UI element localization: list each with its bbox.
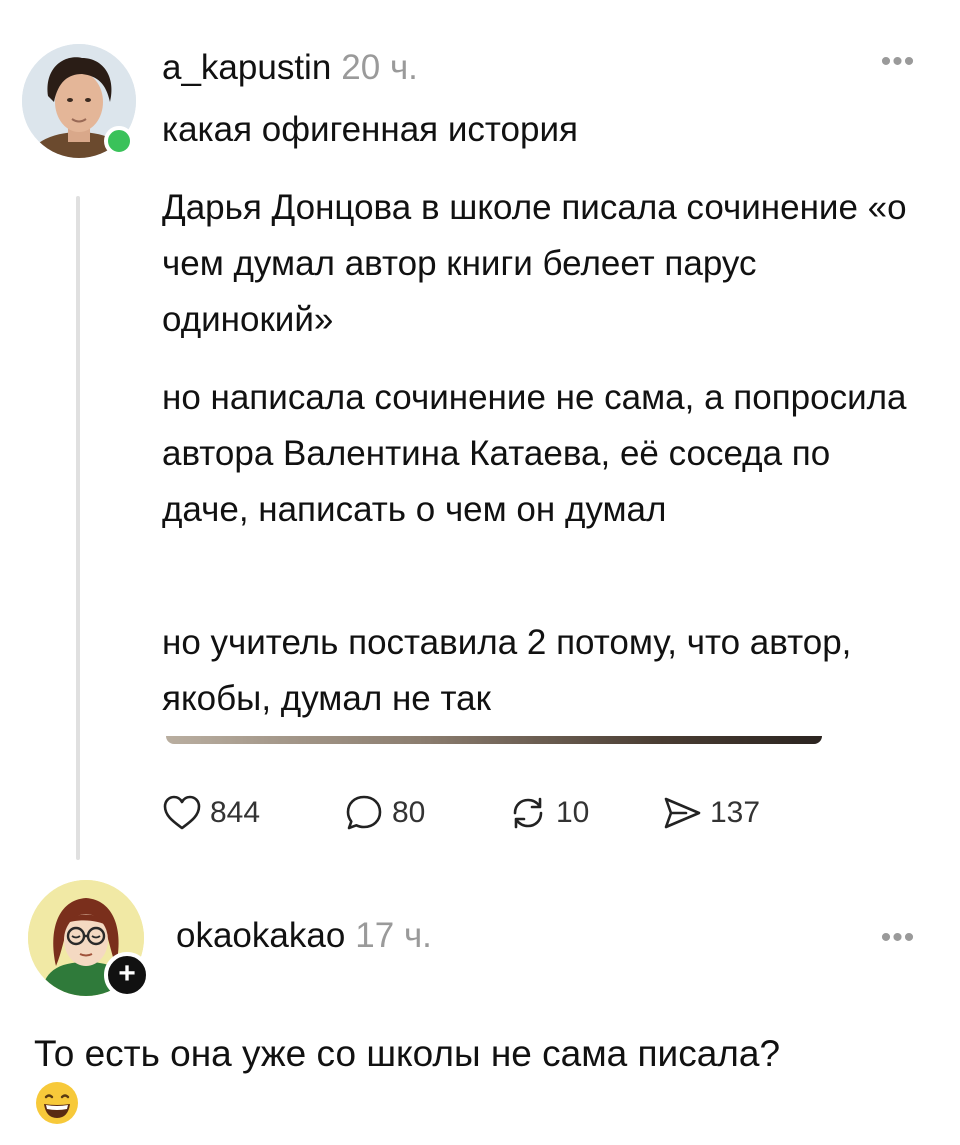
post-paragraph-3: но учитель поставила 2 потому, что автор…	[162, 623, 852, 718]
like-button[interactable]: 844	[160, 790, 260, 836]
post-first-line: какая офигенная история	[162, 110, 578, 149]
repost-button[interactable]: 10	[506, 790, 589, 836]
thread-line	[76, 196, 80, 860]
grinning-sweat-emoji-icon	[36, 1082, 78, 1124]
more-options-icon[interactable]: •••	[876, 47, 920, 77]
post-paragraph-1: Дарья Донцова в школе писала сочинение «…	[162, 188, 907, 339]
send-icon	[664, 797, 701, 829]
repost-count: 10	[556, 796, 590, 829]
share-count: 137	[710, 796, 761, 829]
share-button[interactable]: 137	[660, 790, 760, 836]
media-attachment-edge[interactable]	[166, 736, 822, 744]
online-status-dot	[104, 126, 134, 156]
follow-plus-icon[interactable]: +	[104, 952, 150, 998]
author-name[interactable]: a_kapustin	[162, 48, 331, 87]
post-header: a_kapustin 20 ч.	[162, 48, 418, 88]
reply-header: okaokakao 17 ч.	[176, 916, 432, 956]
post-card: a_kapustin 20 ч. ••• какая офигенная исто…	[0, 0, 960, 870]
comment-button[interactable]: 80	[342, 790, 425, 836]
reply-author-name[interactable]: okaokakao	[176, 916, 345, 955]
reply-text: То есть она уже со школы не сама писала?	[34, 1033, 781, 1074]
post-paragraph-2: но написала сочинение не сама, а попроси…	[162, 378, 907, 529]
reply-more-options-icon[interactable]: •••	[876, 923, 920, 953]
post-time: 20 ч.	[341, 48, 418, 87]
reply-time: 17 ч.	[355, 916, 432, 955]
like-count: 844	[210, 796, 261, 829]
heart-icon	[163, 795, 201, 830]
comment-icon	[346, 795, 382, 830]
comment-count: 80	[392, 796, 426, 829]
repost-icon	[513, 797, 543, 829]
